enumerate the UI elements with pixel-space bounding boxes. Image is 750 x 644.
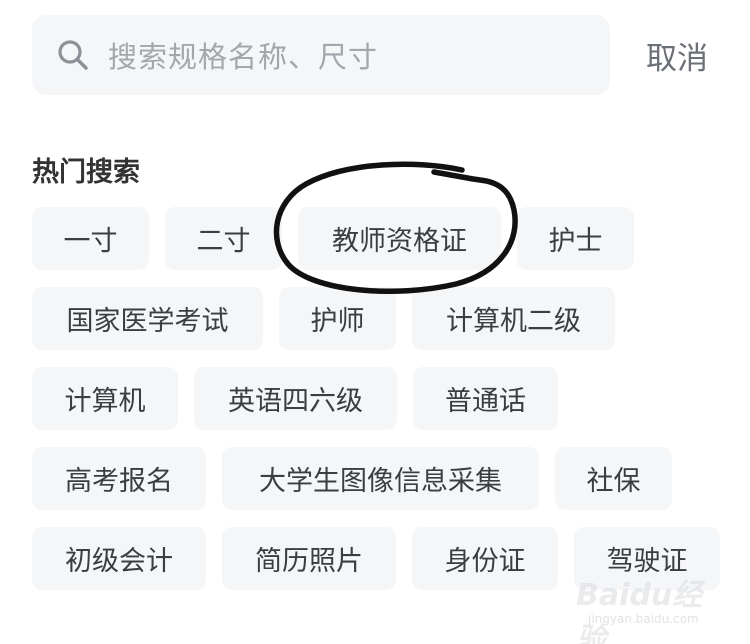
search-icon xyxy=(58,40,88,70)
tag-mandarin[interactable]: 普通话 xyxy=(413,367,558,430)
tag-junior-accountant[interactable]: 初级会计 xyxy=(32,527,206,590)
tag-one-inch[interactable]: 一寸 xyxy=(32,207,149,270)
tag-nurse[interactable]: 护士 xyxy=(517,207,634,270)
tag-teacher-certificate[interactable]: 教师资格证 xyxy=(298,207,501,270)
watermark-url: jingyan.baidu.com xyxy=(588,612,699,626)
search-page: 搜索规格名称、尺寸 取消 热门搜索 一寸 二寸 教师资格证 护士 国家医学考试 … xyxy=(0,0,750,644)
tag-student-image-collection[interactable]: 大学生图像信息采集 xyxy=(222,447,539,510)
search-input[interactable]: 搜索规格名称、尺寸 xyxy=(32,15,610,95)
tag-driver-license[interactable]: 驾驶证 xyxy=(574,527,720,590)
cancel-button[interactable]: 取消 xyxy=(646,33,708,78)
tag-college-entrance-registration[interactable]: 高考报名 xyxy=(32,447,206,510)
tag-computer[interactable]: 计算机 xyxy=(32,367,178,430)
search-placeholder: 搜索规格名称、尺寸 xyxy=(108,40,379,74)
tag-nurse-practitioner[interactable]: 护师 xyxy=(279,287,396,350)
tag-cet-4-6[interactable]: 英语四六级 xyxy=(194,367,397,430)
hot-search-title: 热门搜索 xyxy=(32,157,140,188)
tag-social-security[interactable]: 社保 xyxy=(555,447,672,510)
tag-national-medical-exam[interactable]: 国家医学考试 xyxy=(32,287,263,350)
tag-computer-level-two[interactable]: 计算机二级 xyxy=(412,287,615,350)
tag-two-inch[interactable]: 二寸 xyxy=(165,207,282,270)
tag-id-card[interactable]: 身份证 xyxy=(412,527,558,590)
tag-resume-photo[interactable]: 简历照片 xyxy=(222,527,396,590)
